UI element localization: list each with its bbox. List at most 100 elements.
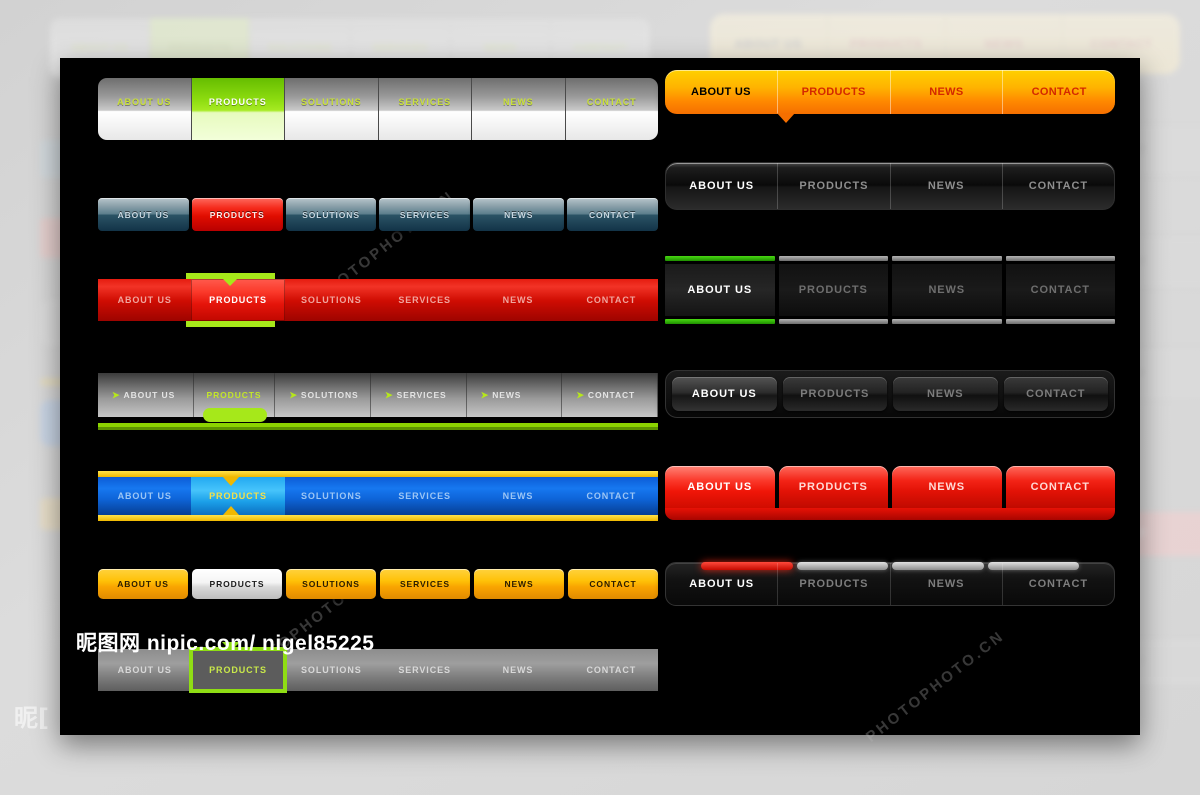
nav-item-about-us[interactable]: ABOUT US <box>666 163 779 209</box>
right-nav-column: ABOUT US PRODUCTS NEWS CONTACT ABOUT US … <box>665 70 1115 606</box>
nav-item-contact[interactable]: CONTACT <box>567 198 658 231</box>
nav-item-products[interactable]: PRODUCTS <box>191 78 285 140</box>
nav-item-solutions[interactable]: SOLUTIONS <box>285 78 379 140</box>
nav-item-products[interactable]: PRODUCTS <box>778 163 891 209</box>
arrow-right-icon: ➤ <box>289 389 297 400</box>
nav-item-contact[interactable]: CONTACT <box>1003 563 1114 605</box>
nav-item-products[interactable]: PRODUCTS <box>192 569 282 599</box>
arrow-right-icon: ➤ <box>480 389 489 400</box>
nav-item-news[interactable]: NEWS <box>473 198 565 231</box>
nav-item-products[interactable]: PRODUCTS <box>191 198 283 231</box>
indicator-rail <box>778 256 888 261</box>
dark-tray-nav[interactable]: ABOUT US PRODUCTS NEWS CONTACT <box>665 370 1115 418</box>
nav-item-solutions[interactable]: SOLUTIONS <box>285 477 378 515</box>
gray-arrow-nav[interactable]: ➤ ABOUT US PRODUCTS ➤ SOLUTIONS ➤ SERVICES … <box>98 373 659 427</box>
arrow-right-icon: ➤ <box>385 389 393 400</box>
nav-item-services[interactable]: SERVICES <box>378 279 471 321</box>
nav-item-about-us[interactable]: ABOUT US <box>665 70 778 114</box>
nav-item-products[interactable]: PRODUCTS <box>191 279 285 321</box>
nav-item-news[interactable]: NEWS <box>471 649 564 691</box>
arrow-right-icon: ➤ <box>112 389 120 400</box>
nav-item-about-us[interactable]: ABOUT US <box>98 477 191 515</box>
dark-pill-indicator-nav[interactable]: ABOUT US PRODUCTS NEWS CONTACT <box>665 562 1115 606</box>
red-bar-nav[interactable]: ABOUT US PRODUCTS SOLUTIONS SERVICES NEW… <box>98 273 658 327</box>
bottom-rail <box>98 515 658 521</box>
indicator-rail <box>892 256 1002 261</box>
left-nav-column: ABOUT US PRODUCTS SOLUTIONS SERVICES NEW… <box>98 78 659 693</box>
nav-item-contact[interactable]: CONTACT <box>1003 163 1114 209</box>
nav-item-solutions[interactable]: SOLUTIONS <box>285 279 378 321</box>
nav-item-about-us[interactable]: ABOUT US <box>672 377 777 411</box>
nav-item-contact[interactable]: CONTACT <box>565 78 658 140</box>
indicator-rail <box>778 319 888 324</box>
nav-item-about-us[interactable]: ABOUT US <box>665 264 775 316</box>
nav-item-news[interactable]: NEWS <box>891 563 1003 605</box>
nav-item-products[interactable]: PRODUCTS <box>778 563 891 605</box>
nav-item-contact[interactable]: ➤ CONTACT <box>562 373 659 417</box>
orange-rounded-nav[interactable]: ABOUT US PRODUCTS NEWS CONTACT <box>665 70 1115 123</box>
bottom-indicator-rails <box>665 319 1115 324</box>
nav-underline <box>98 423 658 427</box>
nav-item-contact[interactable]: CONTACT <box>568 569 658 599</box>
active-tab-caret-up-icon <box>223 506 239 515</box>
nav-item-services[interactable]: SERVICES <box>378 78 472 140</box>
nav-item-news[interactable]: NEWS <box>892 466 1002 508</box>
nav-item-news[interactable]: NEWS <box>891 163 1003 209</box>
indicator-rail <box>1005 256 1115 261</box>
nav-item-about-us[interactable]: ABOUT US <box>98 279 191 321</box>
nav-item-about-us[interactable]: ABOUT US <box>98 198 189 231</box>
nav-item-services[interactable]: ➤ SERVICES <box>371 373 467 417</box>
top-indicator-rails <box>665 256 1115 261</box>
background-credit-partial: 昵[ <box>14 704 49 732</box>
nav-item-contact[interactable]: CONTACT <box>1003 377 1108 411</box>
nav-item-news[interactable]: NEWS <box>893 377 998 411</box>
nav-item-about-us[interactable]: ➤ ABOUT US <box>98 373 194 417</box>
nav-item-services[interactable]: SERVICES <box>378 477 471 515</box>
nav-item-news[interactable]: NEWS <box>472 78 566 140</box>
arrow-right-icon: ➤ <box>576 389 584 400</box>
silver-green-nav[interactable]: ABOUT US PRODUCTS SOLUTIONS SERVICES NEW… <box>98 78 658 140</box>
indicator-rail-active <box>665 319 775 324</box>
nav-item-contact[interactable]: CONTACT <box>565 649 658 691</box>
nav-item-contact[interactable]: CONTACT <box>1005 264 1115 316</box>
nav-item-solutions[interactable]: SOLUTIONS <box>285 198 377 231</box>
nav-item-news[interactable]: NEWS <box>892 264 1002 316</box>
nav-item-about-us[interactable]: ABOUT US <box>665 466 775 508</box>
nav-item-news[interactable]: NEWS <box>891 70 1004 114</box>
nav-item-contact[interactable]: CONTACT <box>1005 466 1115 508</box>
credit-cn-text: 昵图网 <box>76 631 141 655</box>
yellow-button-nav[interactable]: ABOUT US PRODUCTS SOLUTIONS SERVICES NEW… <box>98 569 658 599</box>
dark-glossy-nav[interactable]: ABOUT US PRODUCTS NEWS CONTACT <box>665 162 1115 210</box>
active-tab-bottom-bar <box>186 321 275 327</box>
active-tab-caret-down-icon <box>777 113 795 123</box>
screenshot-stage: ABOUT US PRODUCTS SOLUTIONS SERVICES NEW… <box>0 0 1200 795</box>
nav-item-about-us[interactable]: ABOUT US <box>98 78 192 140</box>
nav-item-products[interactable]: PRODUCTS <box>778 264 888 316</box>
nav-item-about-us[interactable]: ABOUT US <box>98 569 188 599</box>
nav-item-news[interactable]: NEWS <box>474 569 564 599</box>
red-tab-nav[interactable]: ABOUT US PRODUCTS NEWS CONTACT <box>665 466 1115 520</box>
nav-item-about-us[interactable]: ABOUT US <box>666 563 779 605</box>
nav-item-services[interactable]: SERVICES <box>379 198 471 231</box>
active-tab-pill <box>203 408 267 422</box>
nav-item-contact[interactable]: CONTACT <box>565 279 658 321</box>
nav-item-news[interactable]: NEWS <box>471 279 564 321</box>
nav-item-products[interactable]: PRODUCTS <box>782 377 887 411</box>
nav-item-solutions[interactable]: ➤ SOLUTIONS <box>275 373 372 417</box>
nav-item-news[interactable]: ➤ NEWS <box>467 373 563 417</box>
active-tab-caret-down-icon <box>223 477 239 486</box>
nav-item-contact[interactable]: CONTACT <box>565 477 658 515</box>
nav-base-bar <box>665 508 1115 520</box>
dark-green-rail-nav[interactable]: ABOUT US PRODUCTS NEWS CONTACT <box>665 256 1115 324</box>
nav-item-news[interactable]: NEWS <box>471 477 564 515</box>
nav-item-products[interactable]: PRODUCTS <box>778 70 891 114</box>
indicator-rail <box>892 319 1002 324</box>
blue-yellow-rail-nav[interactable]: ABOUT US PRODUCTS SOLUTIONS SERVICES NEW… <box>98 471 658 521</box>
nav-item-solutions[interactable]: SOLUTIONS <box>286 569 376 599</box>
nav-item-services[interactable]: SERVICES <box>378 649 471 691</box>
indicator-rail <box>1005 319 1115 324</box>
nav-item-products[interactable]: PRODUCTS <box>778 466 888 508</box>
nav-item-contact[interactable]: CONTACT <box>1003 70 1115 114</box>
steel-blue-nav[interactable]: ABOUT US PRODUCTS SOLUTIONS SERVICES NEW… <box>98 198 658 231</box>
nav-item-services[interactable]: SERVICES <box>380 569 470 599</box>
